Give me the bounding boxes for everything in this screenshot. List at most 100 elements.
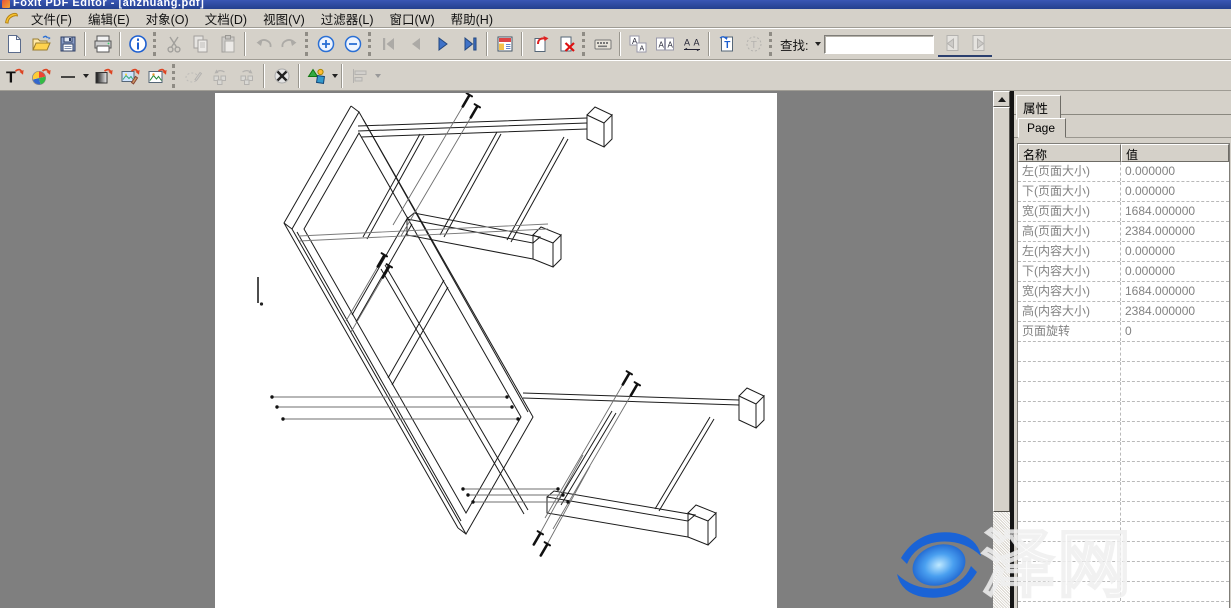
property-value [1121, 342, 1229, 361]
gradient-fill-button[interactable] [89, 63, 116, 89]
transform-object-button[interactable] [179, 63, 206, 89]
text-circle-button[interactable]: T [740, 31, 767, 57]
font-size-button[interactable]: AA [651, 31, 678, 57]
paste-button[interactable] [214, 31, 241, 57]
last-page-button[interactable] [456, 31, 483, 57]
toolbar-drag-handle[interactable] [305, 32, 308, 56]
property-row[interactable] [1018, 342, 1229, 362]
menu-item[interactable]: 编辑(E) [80, 12, 138, 28]
save-button[interactable] [54, 31, 81, 57]
font-button[interactable]: AA [624, 31, 651, 57]
property-value: 0.000000 [1121, 162, 1229, 181]
vertical-scrollbar[interactable] [993, 91, 1010, 608]
property-row[interactable] [1018, 582, 1229, 602]
property-row[interactable] [1018, 482, 1229, 502]
next-page-button[interactable] [429, 31, 456, 57]
toolbar-drag-handle[interactable] [769, 32, 772, 56]
property-row[interactable]: 左(内容大小)0.000000 [1018, 242, 1229, 262]
property-row[interactable]: 高(内容大小)2384.000000 [1018, 302, 1229, 322]
scrollbar-thumb[interactable] [993, 107, 1010, 512]
property-name [1018, 362, 1121, 381]
menu-item[interactable]: 窗口(W) [382, 12, 443, 28]
property-row[interactable] [1018, 542, 1229, 562]
menu-item[interactable]: 帮助(H) [443, 12, 501, 28]
add-image-button[interactable] [143, 63, 170, 89]
property-row[interactable]: 宽(页面大小)1684.000000 [1018, 202, 1229, 222]
previous-page-button[interactable] [402, 31, 429, 57]
print-button[interactable] [89, 31, 116, 57]
find-options-dropdown[interactable] [811, 35, 823, 53]
menu-item[interactable]: 文档(D) [197, 12, 255, 28]
cut-button[interactable] [160, 31, 187, 57]
property-row[interactable] [1018, 442, 1229, 462]
find-previous-icon [942, 33, 962, 53]
property-row[interactable] [1018, 422, 1229, 442]
line-tool-button[interactable] [54, 63, 81, 89]
property-row[interactable] [1018, 382, 1229, 402]
menu-item[interactable]: 对象(O) [138, 12, 197, 28]
panel-title[interactable]: 属性 [1016, 95, 1061, 120]
property-row[interactable] [1018, 462, 1229, 482]
property-row[interactable]: 宽(内容大小)1684.000000 [1018, 282, 1229, 302]
chevron-down-icon[interactable] [375, 74, 381, 78]
undo-button[interactable] [249, 31, 276, 57]
delete-page-button[interactable] [553, 31, 580, 57]
property-value: 0 [1121, 322, 1229, 341]
property-name [1018, 422, 1121, 441]
copy-button[interactable] [187, 31, 214, 57]
property-row[interactable] [1018, 362, 1229, 382]
scroll-up-button[interactable] [993, 91, 1010, 107]
zoom-in-button[interactable] [312, 31, 339, 57]
svg-text:A: A [693, 38, 699, 48]
rotate-right-object-button[interactable] [233, 63, 260, 89]
property-row[interactable] [1018, 502, 1229, 522]
page-thumbnails-button[interactable] [491, 31, 518, 57]
toolbar-drag-handle[interactable] [153, 32, 156, 56]
rotate-left-object-button[interactable] [206, 63, 233, 89]
pdf-page[interactable] [215, 93, 777, 608]
delete-object-button[interactable] [268, 63, 295, 89]
first-page-button[interactable] [375, 31, 402, 57]
edit-image-icon [120, 66, 140, 86]
keyboard-button[interactable] [589, 31, 616, 57]
property-row[interactable]: 下(页面大小)0.000000 [1018, 182, 1229, 202]
rotate-page-button[interactable] [526, 31, 553, 57]
property-row[interactable] [1018, 402, 1229, 422]
property-row[interactable]: 左(页面大小)0.000000 [1018, 162, 1229, 182]
property-row[interactable] [1018, 562, 1229, 582]
find-previous-button[interactable] [938, 31, 965, 57]
menu-item[interactable]: 过滤器(L) [313, 12, 382, 28]
align-button[interactable] [346, 63, 373, 89]
property-value [1121, 382, 1229, 401]
menu-item[interactable]: 文件(F) [23, 12, 80, 28]
delete-page-icon [557, 34, 577, 54]
tab-page[interactable]: Page [1018, 118, 1066, 138]
document-canvas[interactable] [0, 91, 993, 608]
letter-spacing-button[interactable]: AA [678, 31, 705, 57]
toolbar-drag-handle[interactable] [172, 64, 175, 88]
toolbar-separator [708, 32, 710, 56]
find-next-button[interactable] [965, 31, 992, 57]
find-input[interactable] [824, 35, 934, 54]
property-row[interactable]: 页面旋转0 [1018, 322, 1229, 342]
menu-item[interactable]: 视图(V) [255, 12, 313, 28]
toolbar-drag-handle[interactable] [368, 32, 371, 56]
document-info-button[interactable] [124, 31, 151, 57]
property-row[interactable] [1018, 522, 1229, 542]
add-text-button[interactable]: T [713, 31, 740, 57]
property-row[interactable]: 下(内容大小)0.000000 [1018, 262, 1229, 282]
new-document-button[interactable] [0, 31, 27, 57]
add-shading-button[interactable] [27, 63, 54, 89]
property-row[interactable]: 高(页面大小)2384.000000 [1018, 222, 1229, 242]
column-header-name[interactable]: 名称 [1018, 144, 1121, 162]
toolbar-drag-handle[interactable] [582, 32, 585, 56]
zoom-out-button[interactable] [339, 31, 366, 57]
open-button[interactable] [27, 31, 54, 57]
shapes-button[interactable] [303, 63, 330, 89]
gradient-fill-icon [93, 66, 113, 86]
chevron-down-icon[interactable] [332, 74, 338, 78]
edit-image-button[interactable] [116, 63, 143, 89]
column-header-value[interactable]: 值 [1121, 144, 1229, 162]
add-text-object-button[interactable]: T [0, 63, 27, 89]
redo-button[interactable] [276, 31, 303, 57]
